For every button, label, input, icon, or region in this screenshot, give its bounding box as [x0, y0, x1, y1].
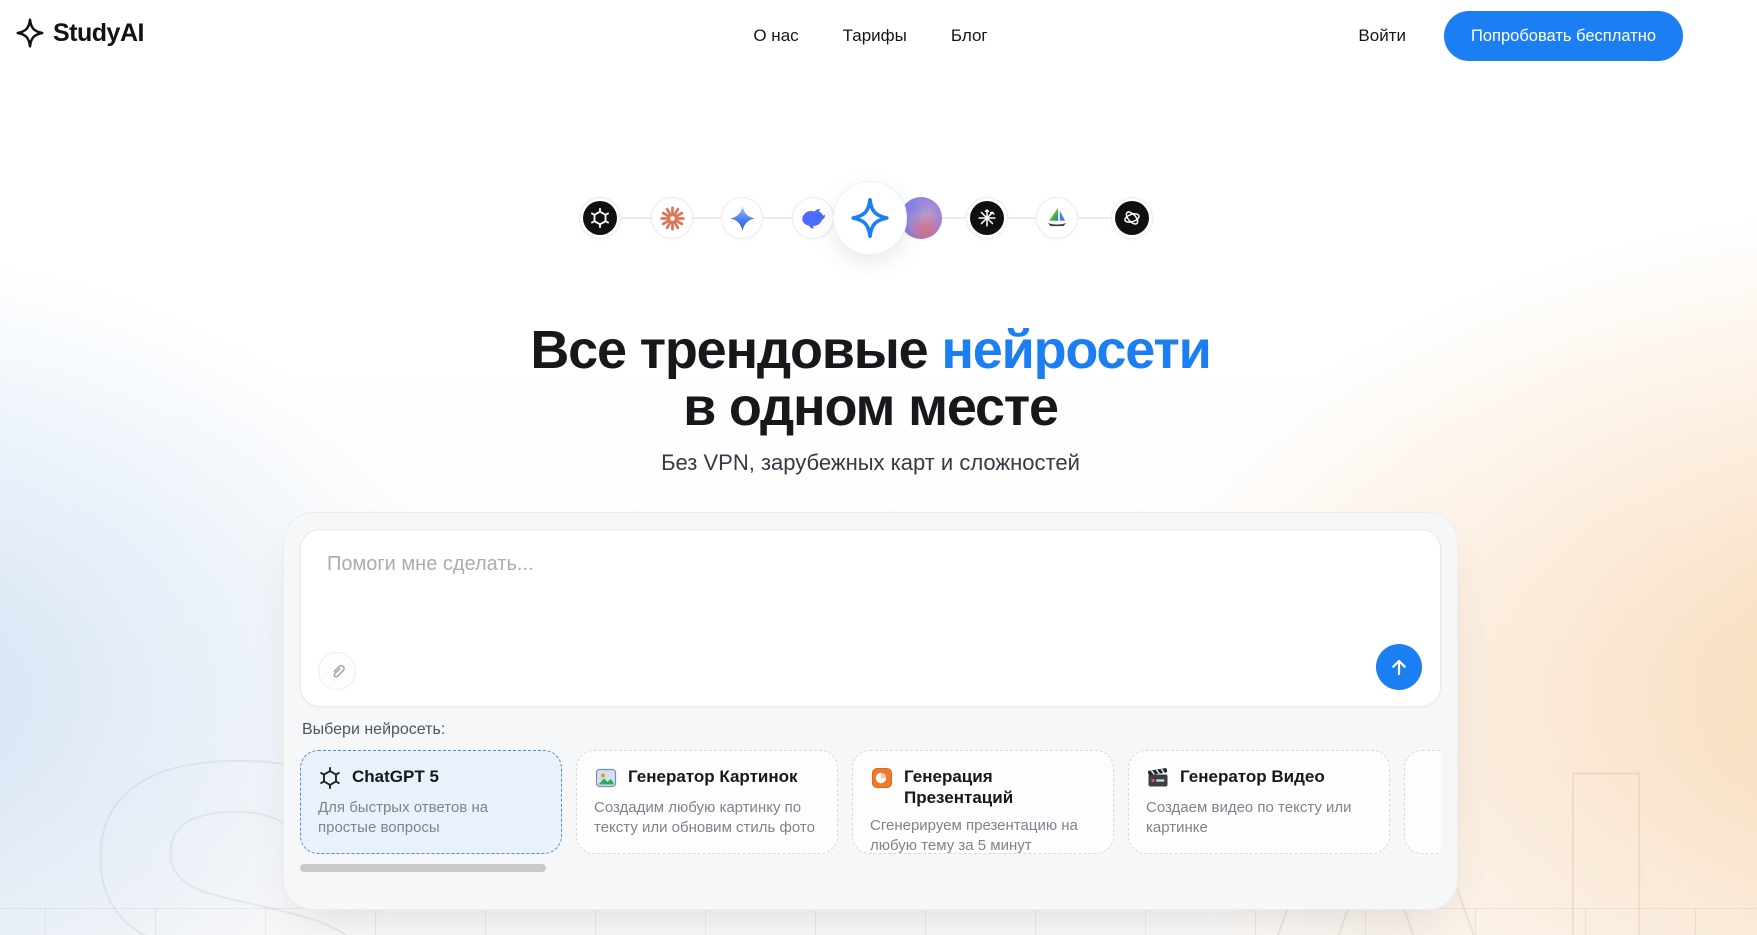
main-nav: О нас Тарифы Блог: [283, 0, 1458, 72]
hero-subtitle: Без VPN, зарубежных карт и сложностей: [283, 450, 1458, 476]
claude-icon[interactable]: [651, 197, 693, 239]
radiant-star-icon[interactable]: [966, 197, 1008, 239]
brand-logo[interactable]: StudyAI: [14, 16, 144, 50]
model-card-description: Для быстрых ответов на простые вопросы: [318, 798, 544, 838]
interlocked-rings-disc: [1115, 201, 1149, 235]
nav-link-blog[interactable]: Блог: [951, 26, 988, 46]
studyai-landing-page: S AI StudyAI О нас Тарифы Блог Войти Поп…: [0, 0, 1757, 935]
top-nav: StudyAI О нас Тарифы Блог Войти Попробов…: [0, 0, 1757, 72]
model-card-title: Генератор Видео: [1180, 766, 1325, 787]
paperclip-icon: [327, 661, 347, 681]
arrow-up-icon: [1387, 655, 1411, 679]
presentation-icon: [870, 766, 894, 790]
model-card-image-generator[interactable]: Генератор Картинок Создадим любую картин…: [576, 750, 838, 854]
header-actions: Войти Попробовать бесплатно: [1358, 0, 1683, 72]
composer-card: Выбери нейросеть: ChatGPT 5 Для быстрых …: [283, 512, 1458, 910]
card-head: Генерация Презентаций: [870, 766, 1096, 808]
interlocked-rings-icon[interactable]: [1111, 197, 1153, 239]
model-card-description: Сгенерируем презентацию на любую тему за…: [870, 816, 1096, 854]
page-title: Все трендовые нейросетив одном месте: [283, 322, 1458, 436]
openai-disc: [583, 201, 617, 235]
openai-icon: [318, 766, 342, 790]
ai-services-row: [283, 180, 1458, 270]
title-part1: Все трендовые: [530, 320, 927, 380]
model-card-partial[interactable]: [1404, 750, 1441, 854]
send-button[interactable]: [1376, 644, 1422, 690]
title-line2: в одном месте: [683, 377, 1058, 437]
card-head: Генератор Видео: [1146, 766, 1372, 790]
try-free-button[interactable]: Попробовать бесплатно: [1444, 11, 1683, 61]
model-card-chatgpt[interactable]: ChatGPT 5 Для быстрых ответов на простые…: [300, 750, 562, 854]
model-card-description: Создадим любую картинку по тексту или об…: [594, 798, 820, 838]
model-card-title: Генерация Презентаций: [904, 766, 1090, 808]
model-card-title: Генератор Картинок: [628, 766, 798, 787]
model-cards-row: ChatGPT 5 Для быстрых ответов на простые…: [300, 750, 1441, 854]
model-card-video-generator[interactable]: Генератор Видео Создаем видео по тексту …: [1128, 750, 1390, 854]
deepseek-whale-icon[interactable]: [792, 197, 834, 239]
radiant-star-disc: [970, 201, 1004, 235]
attach-button[interactable]: [318, 652, 356, 690]
studyai-logo-icon: [14, 16, 46, 50]
card-head: Генератор Картинок: [594, 766, 820, 790]
openai-icon[interactable]: [579, 197, 621, 239]
clapperboard-icon: [1146, 766, 1170, 790]
card-head: ChatGPT 5: [318, 766, 544, 790]
brand-name: StudyAI: [53, 19, 144, 48]
title-highlight: нейросети: [941, 320, 1210, 380]
model-card-presentation-generator[interactable]: Генерация Презентаций Сгенерируем презен…: [852, 750, 1114, 854]
model-picker-label: Выбери нейросеть:: [302, 721, 1441, 739]
gemini-icon[interactable]: [721, 197, 763, 239]
login-link[interactable]: Войти: [1358, 26, 1406, 46]
model-card-description: Создаем видео по тексту или картинке: [1146, 798, 1372, 838]
sailboat-icon[interactable]: [1036, 197, 1078, 239]
nav-link-pricing[interactable]: Тарифы: [843, 26, 907, 46]
prompt-input[interactable]: [301, 530, 1440, 650]
framed-picture-icon: [594, 766, 618, 790]
background-grid: [0, 908, 1757, 935]
prompt-input-box: [300, 529, 1441, 707]
cards-scrollbar[interactable]: [300, 864, 546, 872]
studyai-sparkle-icon[interactable]: [833, 181, 907, 255]
model-card-title: ChatGPT 5: [352, 766, 439, 787]
nav-link-about[interactable]: О нас: [753, 26, 798, 46]
